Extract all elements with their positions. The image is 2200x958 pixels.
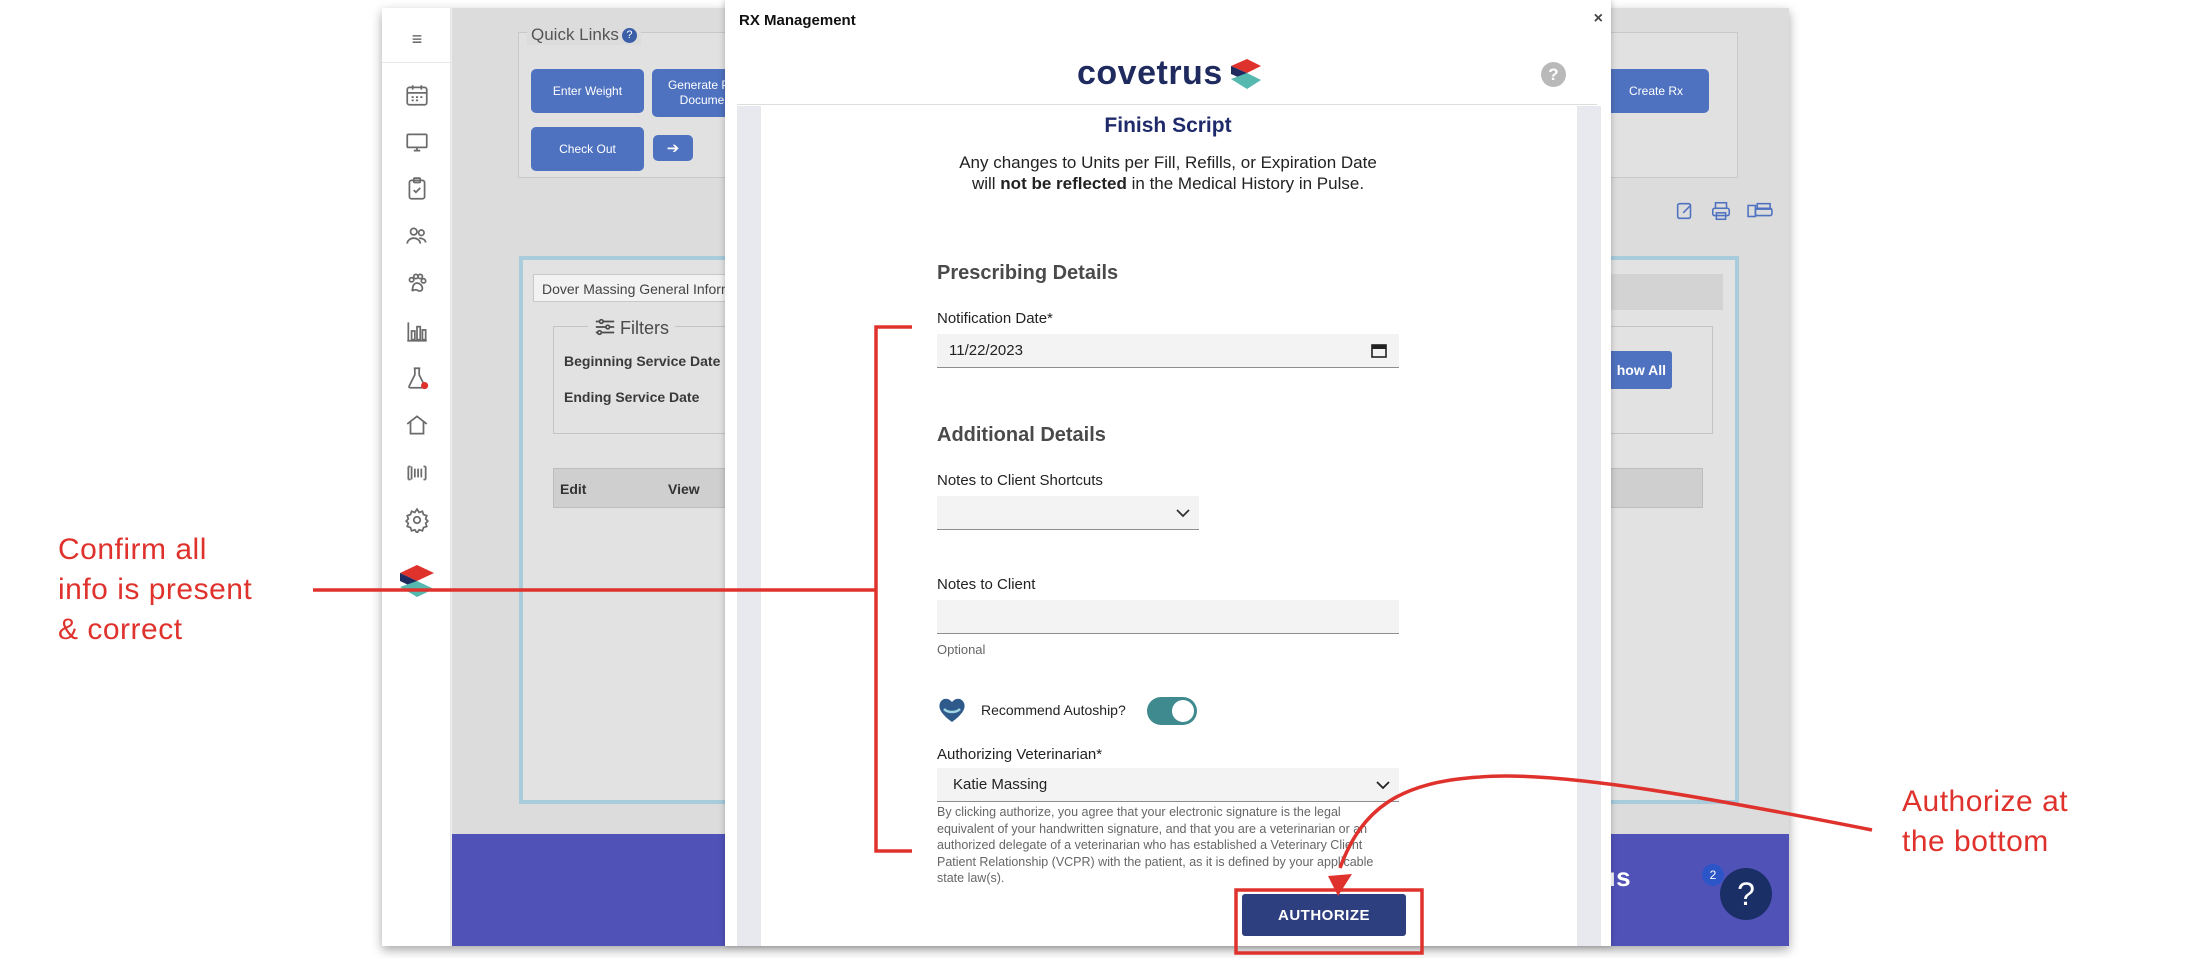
autoship-heart-icon: [939, 698, 965, 722]
sliders-icon: [595, 318, 615, 336]
prescribing-details-heading: Prescribing Details: [937, 262, 1119, 284]
header-divider: [737, 104, 1597, 105]
quick-links-title: Quick Links?: [527, 25, 641, 45]
notes-to-client-label: Notes to Client: [937, 576, 1036, 593]
monitor-icon[interactable]: [404, 129, 430, 155]
paw-icon[interactable]: [404, 270, 430, 296]
covetrus-logo-icon[interactable]: [398, 563, 436, 603]
authorizing-vet-select[interactable]: Katie Massing: [937, 768, 1399, 802]
authorizing-vet-value: Katie Massing: [953, 776, 1048, 793]
finish-script-heading: Finish Script: [1104, 114, 1232, 137]
brand-wordmark: covetrus: [1077, 54, 1223, 92]
column-header-view[interactable]: View: [668, 481, 700, 497]
notes-to-client-input[interactable]: [937, 600, 1399, 634]
bar-chart-icon[interactable]: [404, 318, 430, 344]
scroll-gutter-right[interactable]: [1577, 106, 1601, 946]
menu-icon[interactable]: ≡: [402, 24, 432, 54]
barcode-icon[interactable]: [404, 460, 430, 486]
notes-optional-hint: Optional: [937, 642, 986, 657]
print-multiple-icon[interactable]: [1746, 200, 1774, 222]
ending-service-date-label: Ending Service Date: [564, 389, 700, 405]
autoship-toggle[interactable]: [1147, 697, 1197, 725]
toggle-knob: [1172, 700, 1194, 722]
notes-shortcuts-label: Notes to Client Shortcuts: [937, 472, 1103, 489]
notification-badge: 2: [1702, 864, 1724, 886]
create-rx-button[interactable]: Create Rx: [1603, 69, 1709, 113]
modal-title: RX Management: [739, 12, 856, 29]
covetrus-logo-icon: [1230, 58, 1261, 89]
clipboard-icon[interactable]: [404, 176, 430, 202]
close-icon[interactable]: ×: [1594, 10, 1603, 28]
edit-document-icon[interactable]: [1674, 200, 1696, 222]
changes-warning-text: Any changes to Units per Fill, Refills, …: [959, 153, 1377, 193]
annotation-confirm-info: Confirm all info is present & correct: [58, 530, 252, 650]
notification-date-value: 11/22/2023: [949, 342, 1023, 359]
left-icon-rail: ≡: [382, 8, 451, 946]
search-icon[interactable]: [1788, 200, 1789, 222]
covetrus-brand: covetrus: [1077, 54, 1263, 93]
gear-icon[interactable]: [404, 507, 430, 535]
calendar-icon[interactable]: [404, 82, 430, 108]
filters-title: Filters: [588, 317, 675, 339]
document-toolbar: [1674, 200, 1789, 222]
authorization-disclaimer: By clicking authorize, you agree that yo…: [937, 805, 1374, 885]
next-arrow-button[interactable]: ➔: [653, 135, 693, 161]
chevron-down-icon: [1176, 509, 1190, 518]
autoship-label: Recommend Autoship?: [981, 702, 1126, 718]
annotation-line: Authorize at: [1902, 785, 2069, 818]
annotation-line: & correct: [58, 613, 183, 646]
screenshot-stage: ≡ Quick Links? Enter Weight Generate Pa …: [0, 0, 2200, 958]
annotation-line: the bottom: [1902, 825, 2049, 858]
annotation-line: Confirm all: [58, 533, 207, 566]
chevron-down-icon: [1376, 781, 1390, 790]
notes-shortcuts-select[interactable]: [937, 496, 1199, 530]
rail-divider: [382, 62, 451, 63]
beginning-service-date-label: Beginning Service Date: [564, 353, 721, 369]
people-icon[interactable]: [404, 223, 430, 249]
scroll-gutter-left: [737, 106, 761, 946]
annotation-line: info is present: [58, 573, 253, 606]
column-header-edit[interactable]: Edit: [560, 481, 586, 497]
help-chat-button[interactable]: ?: [1720, 868, 1772, 920]
annotation-authorize-bottom: Authorize at the bottom: [1902, 782, 2068, 862]
flask-icon[interactable]: [404, 365, 430, 391]
additional-details-heading: Additional Details: [937, 424, 1106, 446]
quick-links-help-icon[interactable]: ?: [621, 28, 637, 43]
authorize-button[interactable]: AUTHORIZE: [1242, 894, 1406, 936]
notification-date-input[interactable]: 11/22/2023: [937, 334, 1399, 368]
authorizing-vet-label: Authorizing Veterinarian*: [937, 746, 1103, 763]
check-out-button[interactable]: Check Out: [531, 127, 644, 171]
help-icon[interactable]: ?: [1541, 62, 1566, 87]
rx-management-modal: RX Management × covetrus ? Finish Script…: [725, 0, 1611, 946]
notification-date-label: Notification Date*: [937, 310, 1053, 327]
print-icon[interactable]: [1710, 200, 1732, 222]
enter-weight-button[interactable]: Enter Weight: [531, 69, 644, 113]
home-icon[interactable]: [404, 412, 430, 438]
calendar-picker-icon[interactable]: [1371, 342, 1387, 358]
